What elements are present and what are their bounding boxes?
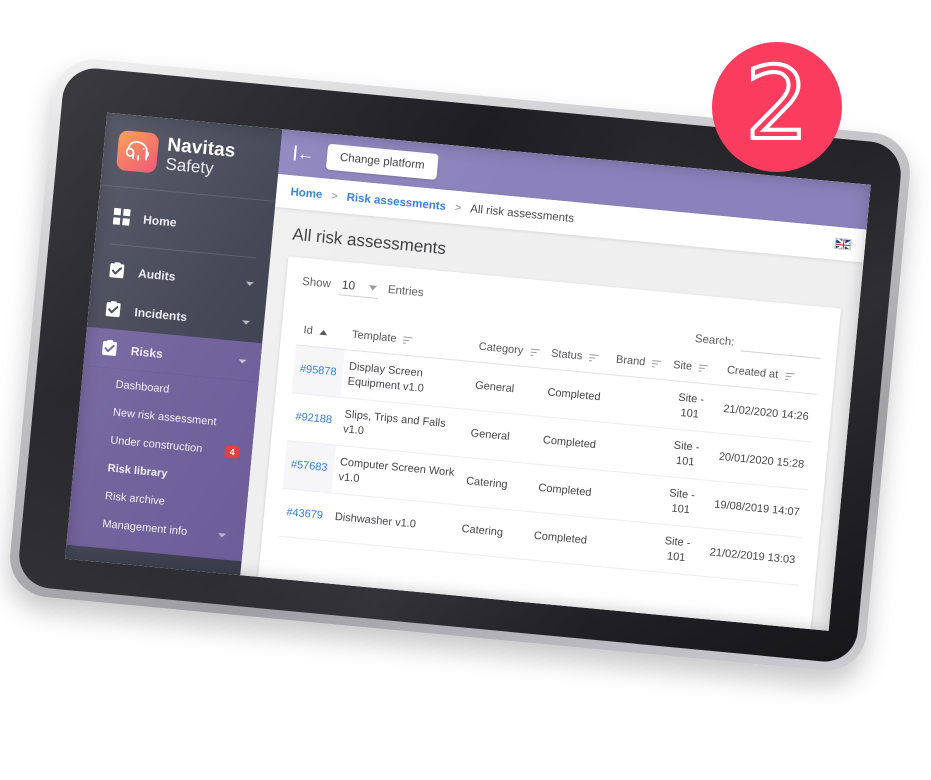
chevron-down-icon <box>245 280 254 286</box>
grid-icon <box>112 207 132 227</box>
arrow-left-glyph: ← <box>296 143 316 165</box>
cell-brand <box>604 374 666 428</box>
under-construction-count-badge: 4 <box>224 445 241 459</box>
breadcrumb-item-risk-assessments[interactable]: Risk assessments <box>346 191 446 212</box>
chevron-down-icon <box>368 284 378 291</box>
sidebar-item-risk-library-label: Risk library <box>107 462 168 480</box>
cell-category: Catering <box>453 505 531 560</box>
brand-text: Navitas Safety <box>165 134 237 179</box>
cell-id[interactable]: #92188 <box>287 392 341 446</box>
cell-brand <box>599 422 662 476</box>
step-number-label: 2 <box>743 45 811 162</box>
clipboard-check-icon <box>100 339 119 358</box>
cell-category: General <box>466 361 544 417</box>
cell-id[interactable]: #57683 <box>282 440 336 494</box>
clipboard-check-icon <box>108 262 127 281</box>
main-area: ← Change platform Home > Risk assessment… <box>240 129 871 631</box>
sidebar-item-management-info-label: Management info <box>101 518 188 539</box>
show-entries-group: Show 10 Entries <box>301 272 424 303</box>
cell-id[interactable]: #43679 <box>278 488 332 541</box>
sidebar-item-audits-label: Audits <box>137 265 177 284</box>
sort-icon <box>784 371 795 381</box>
column-header-site-label: Site <box>672 359 693 373</box>
cell-id[interactable]: #95878 <box>291 344 345 398</box>
column-header-brand-label: Brand <box>615 353 646 369</box>
chevron-down-icon <box>241 319 251 325</box>
show-label: Show <box>301 275 332 291</box>
clipboard-check-icon <box>104 300 123 319</box>
sidebar-item-incidents-label: Incidents <box>133 304 188 324</box>
app-window: Navitas Safety Home Audits Incidents Ris… <box>65 112 871 631</box>
cell-status: Completed <box>534 416 605 471</box>
sidebar-nav: Home Audits Incidents Risks Dashboard Ne… <box>66 185 275 562</box>
screenshot-stage: 2 Navitas Safety Home Audits Incidents R… <box>0 0 931 780</box>
breadcrumb-separator: > <box>454 201 462 214</box>
elephant-logo-icon <box>115 129 160 174</box>
breadcrumb-item-all-risk-assessments: All risk assessments <box>469 202 575 225</box>
cell-status: Completed <box>525 511 596 566</box>
sort-ascending-icon <box>319 329 328 335</box>
sidebar-item-home-label: Home <box>142 212 178 230</box>
column-header-template-label: Template <box>351 328 398 345</box>
cell-brand <box>590 517 653 572</box>
collapse-left-icon[interactable]: ← <box>293 143 316 165</box>
sort-icon <box>403 335 413 345</box>
sort-icon <box>529 347 540 357</box>
step-number-badge: 2 <box>712 42 842 172</box>
column-header-id-label: Id <box>303 324 314 337</box>
data-table-card: Show 10 Entries Search: Id Template Cate… <box>257 256 841 631</box>
sidebar-subnav-risks: Dashboard New risk assessment Under cons… <box>66 365 259 562</box>
search-input[interactable] <box>740 335 822 359</box>
cell-status: Completed <box>530 464 600 518</box>
cell-site: Site - 101 <box>652 475 711 529</box>
chevron-down-icon <box>217 532 227 538</box>
cell-site: Site - 101 <box>647 523 707 577</box>
cell-site: Site - 101 <box>661 379 720 433</box>
entries-per-page-select[interactable]: 10 <box>338 275 380 299</box>
sort-icon <box>651 359 662 369</box>
entries-label: Entries <box>387 283 425 300</box>
column-header-category-label: Category <box>478 340 524 357</box>
column-header-created-at-label: Created at <box>726 364 779 381</box>
search-group: Search: <box>694 331 822 359</box>
cell-category: General <box>462 409 540 465</box>
sort-icon <box>698 363 709 373</box>
breadcrumb-separator: > <box>330 189 339 203</box>
change-platform-button[interactable]: Change platform <box>325 143 439 180</box>
cell-site: Site - 101 <box>656 427 716 481</box>
tablet-screen: Navitas Safety Home Audits Incidents Ris… <box>65 112 871 631</box>
risk-assessments-table: Id Template Category Status Brand Site C… <box>278 319 820 586</box>
cell-brand <box>595 470 657 524</box>
sidebar-item-new-risk-assessment-label: New risk assessment <box>112 406 218 429</box>
sort-icon <box>588 353 599 363</box>
sidebar-item-dashboard-label: Dashboard <box>115 378 170 396</box>
uk-flag-icon[interactable] <box>834 237 852 251</box>
breadcrumb-item-home[interactable]: Home <box>290 186 323 201</box>
sidebar-item-under-construction-label: Under construction <box>109 434 203 456</box>
cell-created-at: 21/02/2019 13:03 <box>701 528 804 586</box>
sidebar-item-risk-archive-label: Risk archive <box>104 490 166 508</box>
entries-value: 10 <box>341 277 356 293</box>
search-label: Search: <box>694 333 735 349</box>
content-area: All risk assessments Show 10 Entries Sea… <box>240 207 863 631</box>
sidebar-item-risks-label: Risks <box>130 343 164 361</box>
chevron-down-icon <box>238 358 247 364</box>
cell-status: Completed <box>539 368 609 423</box>
column-header-status-label: Status <box>550 347 583 363</box>
cell-category: Catering <box>457 457 535 512</box>
